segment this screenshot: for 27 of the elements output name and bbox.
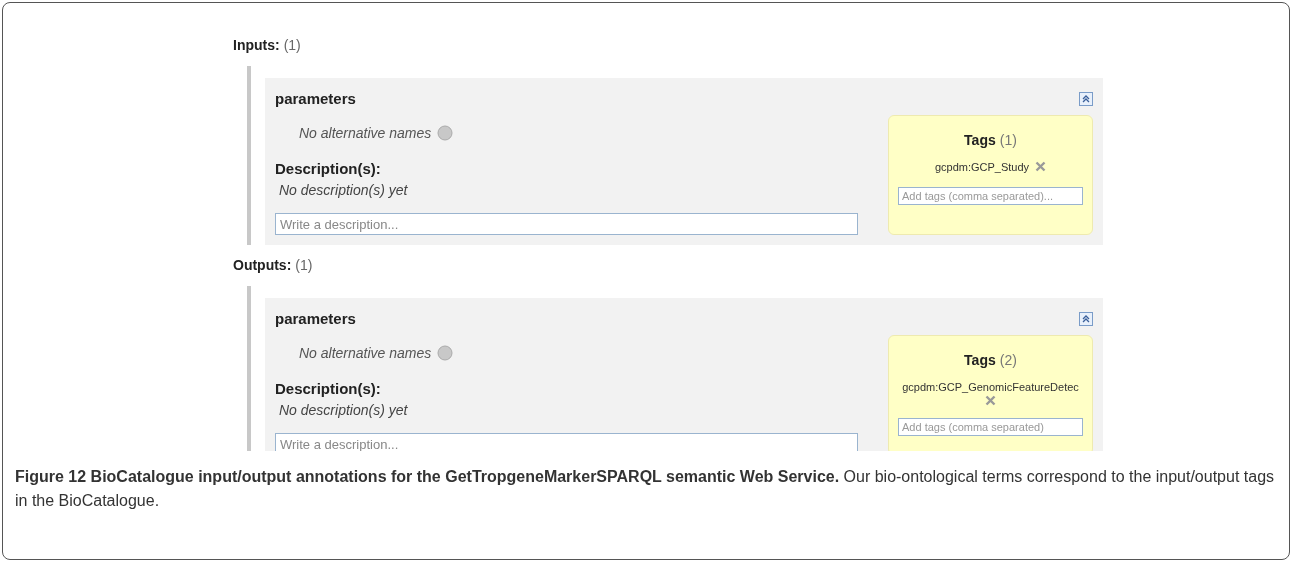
description-field[interactable]: Write a description... (275, 213, 858, 235)
collapse-icon[interactable] (1079, 312, 1093, 327)
description-text: No description(s) yet (279, 181, 409, 200)
section-heading: Inputs: (233, 36, 280, 55)
remove-icon[interactable] (985, 395, 996, 406)
tag-label[interactable]: gcpdm:GCP_GenomicFeatureDetec (902, 378, 1079, 395)
tags-count: (2) (999, 350, 1017, 370)
collapse-icon[interactable] (1079, 92, 1093, 107)
tags-title: Tags (964, 350, 996, 370)
tags-title: Tags (964, 130, 996, 150)
description-text: No description(s) yet (279, 401, 409, 420)
section-count: (1) (283, 36, 301, 55)
alt-names-text: No alternative names (299, 343, 432, 363)
description-field[interactable]: Write a description... (275, 433, 858, 451)
remove-icon[interactable] (1035, 161, 1047, 173)
panel-title: parameters (275, 89, 356, 109)
add-tags-field[interactable]: Add tags (comma separated) (898, 418, 1083, 436)
section-heading: Outputs: (233, 256, 292, 275)
tags-count: (1) (999, 130, 1017, 150)
description-label: Description(s): (275, 378, 382, 399)
alt-names-text: No alternative names (299, 123, 432, 143)
panel-title: parameters (275, 309, 356, 329)
add-tags-field[interactable]: Add tags (comma separated)... (898, 187, 1083, 205)
section-count: (1) (295, 256, 313, 275)
figure-caption: Figure 12 BioCatalogue input/output annotations for the GetTropgeneMarkerSPARQL semantic Web Service. Our bio-ontological terms correspond to the input/output tags in the BioCatalogue. (15, 467, 1276, 511)
description-label: Description(s): (275, 158, 382, 179)
tag-label[interactable]: gcpdm:GCP_Study (934, 158, 1030, 175)
